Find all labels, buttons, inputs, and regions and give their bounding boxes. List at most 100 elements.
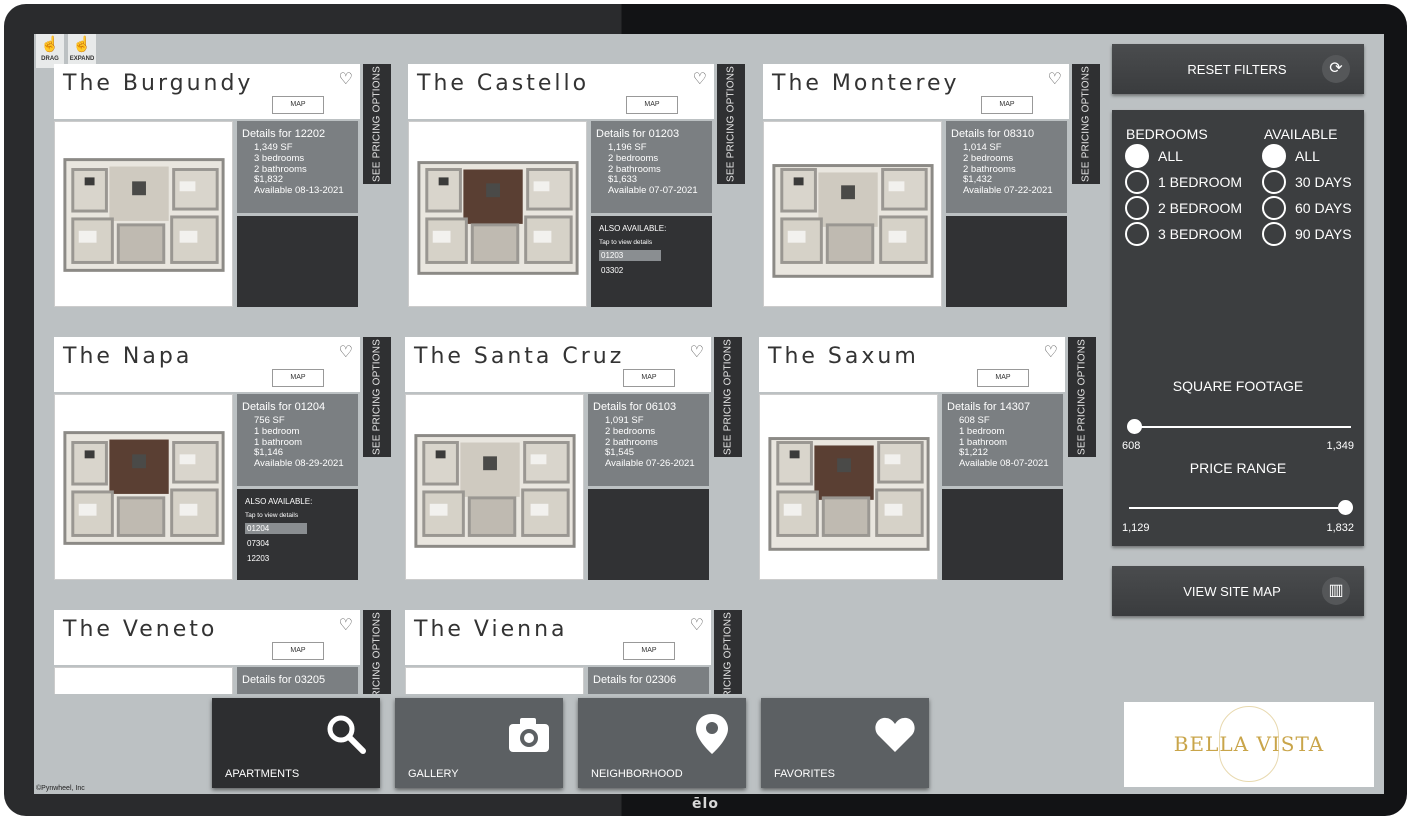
availability-option[interactable]: ALL — [1262, 144, 1320, 168]
card-header: The Napa ♡ MAP — [54, 337, 360, 392]
search-icon — [327, 715, 366, 754]
unit-card: The Castello ♡ MAP SEE PRICING OPTIONS Detai… — [408, 64, 748, 309]
alt-unit-item[interactable]: 03302 — [599, 265, 661, 276]
unit-name: The Burgundy — [63, 71, 254, 96]
favorite-heart-icon[interactable]: ♡ — [690, 342, 704, 362]
unit-name: The Napa — [63, 344, 193, 369]
alt-unit-item[interactable]: 07304 — [245, 538, 307, 549]
favorite-heart-icon[interactable]: ♡ — [339, 342, 353, 362]
heart-icon — [875, 717, 915, 752]
details-title: Details for 14307 — [947, 401, 1031, 413]
map-button[interactable]: MAP — [623, 642, 675, 660]
nav-label: NEIGHBORHOOD — [591, 768, 683, 780]
alt-unit-item[interactable]: 01203 — [599, 250, 661, 261]
detail-line: Available 08-07-2021 — [959, 458, 1049, 470]
see-pricing-options-tab[interactable]: SEE PRICING OPTIONS — [714, 337, 742, 457]
drag-tool[interactable]: ☝ DRAG — [36, 34, 64, 68]
bedroom-option[interactable]: 2 BEDROOM — [1125, 196, 1242, 220]
see-pricing-options-tab[interactable]: SEE PRICING OPTIONS — [363, 610, 391, 694]
availability-option[interactable]: 30 DAYS — [1262, 170, 1352, 194]
copyright-text: ©Pynwheel, Inc — [36, 785, 85, 792]
sqft-min-handle[interactable] — [1127, 419, 1142, 434]
view-site-map-button[interactable]: VIEW SITE MAP ▥ — [1112, 566, 1364, 616]
unit-details-panel: Details for 08310 1,014 SF 2 bedrooms 2 bat… — [946, 121, 1067, 213]
favorite-heart-icon[interactable]: ♡ — [690, 615, 704, 635]
unit-name: The Castello — [417, 71, 590, 96]
unit-details-panel: Details for 14307 608 SF 1 bedroom 1 bathro… — [942, 394, 1063, 486]
map-button[interactable]: MAP — [623, 369, 675, 387]
availability-option[interactable]: 60 DAYS — [1262, 196, 1352, 220]
nav-gallery-button[interactable]: GALLERY — [395, 698, 563, 788]
floor-plan[interactable] — [54, 121, 233, 307]
nav-apartments-button[interactable]: APARTMENTS — [212, 698, 380, 788]
site-map-label: VIEW SITE MAP — [1183, 584, 1281, 599]
refresh-icon: ⟳ — [1322, 55, 1350, 83]
availability-option-label: 30 DAYS — [1295, 174, 1352, 190]
see-pricing-options-tab[interactable]: SEE PRICING OPTIONS — [714, 610, 742, 694]
map-button[interactable]: MAP — [977, 369, 1029, 387]
card-header: The Vienna ♡ MAP — [405, 610, 711, 665]
map-button[interactable]: MAP — [272, 96, 324, 114]
unit-name: The Monterey — [772, 71, 960, 96]
see-pricing-options-tab[interactable]: SEE PRICING OPTIONS — [1072, 64, 1100, 184]
reset-filters-button[interactable]: RESET FILTERS ⟳ — [1112, 44, 1364, 94]
availability-option[interactable]: 90 DAYS — [1262, 222, 1352, 246]
radio-circle — [1262, 170, 1286, 194]
unit-details-panel: Details for 02306 — [588, 667, 709, 694]
card-header: The Saxum ♡ MAP — [759, 337, 1065, 392]
favorite-heart-icon[interactable]: ♡ — [1048, 69, 1062, 89]
floor-plan[interactable] — [54, 667, 233, 694]
detail-line: Available 07-26-2021 — [605, 458, 695, 470]
map-button[interactable]: MAP — [626, 96, 678, 114]
bedroom-option[interactable]: ALL — [1125, 144, 1183, 168]
favorite-heart-icon[interactable]: ♡ — [693, 69, 707, 89]
detail-line: Available 08-13-2021 — [254, 185, 344, 197]
see-pricing-options-tab[interactable]: SEE PRICING OPTIONS — [717, 64, 745, 184]
favorite-heart-icon[interactable]: ♡ — [1044, 342, 1058, 362]
nav-favorites-button[interactable]: FAVORITES — [761, 698, 929, 788]
floor-plan[interactable] — [405, 667, 584, 694]
detail-line: 2 bedrooms — [963, 152, 1014, 164]
unit-details-panel: Details for 01203 1,196 SF 2 bedrooms 2 bat… — [591, 121, 712, 213]
square-footage-heading: SQUARE FOOTAGE — [1172, 378, 1304, 394]
card-header: The Monterey ♡ MAP — [763, 64, 1069, 119]
floor-plan[interactable] — [54, 394, 233, 580]
floor-plan-image — [417, 161, 579, 275]
map-button[interactable]: MAP — [981, 96, 1033, 114]
see-pricing-options-tab[interactable]: SEE PRICING OPTIONS — [1068, 337, 1096, 457]
floor-plan-image — [63, 158, 225, 272]
unit-name: The Santa Cruz — [414, 344, 625, 369]
see-pricing-options-tab[interactable]: SEE PRICING OPTIONS — [363, 64, 391, 184]
price-min-value: 1,129 — [1122, 522, 1150, 534]
favorite-heart-icon[interactable]: ♡ — [339, 615, 353, 635]
nav-neighborhood-button[interactable]: NEIGHBORHOOD — [578, 698, 746, 788]
floor-plan[interactable] — [408, 121, 587, 307]
alt-unit-item[interactable]: 01204 — [245, 523, 307, 534]
unit-details-panel: Details for 12202 1,349 SF 3 bedrooms 2 bat… — [237, 121, 358, 213]
unit-card: The Vienna ♡ MAP SEE PRICING OPTIONS Details… — [405, 610, 745, 694]
unit-details-panel: Details for 03205 — [237, 667, 358, 694]
unit-details-panel: Details for 06103 1,091 SF 2 bedrooms 2 bat… — [588, 394, 709, 486]
unit-card: The Santa Cruz ♡ MAP SEE PRICING OPTIONS Det… — [405, 337, 745, 582]
bedroom-option[interactable]: 1 BEDROOM — [1125, 170, 1242, 194]
floor-plan[interactable] — [763, 121, 942, 307]
see-pricing-options-tab[interactable]: SEE PRICING OPTIONS — [363, 337, 391, 457]
drag-label: DRAG — [41, 56, 59, 62]
price-range-slider[interactable] — [1129, 500, 1353, 515]
hand-pointer-icon: ☝ — [72, 36, 92, 53]
price-max-handle[interactable] — [1338, 500, 1353, 515]
filter-panel: BEDROOMS AVAILABLE ALL 1 BEDROOM 2 BEDROOM… — [1112, 110, 1364, 546]
map-button[interactable]: MAP — [272, 369, 324, 387]
bedroom-option[interactable]: 3 BEDROOM — [1125, 222, 1242, 246]
expand-tool[interactable]: ☝ EXPAND — [68, 34, 96, 68]
floor-plan[interactable] — [759, 394, 938, 580]
unit-card: The Burgundy ♡ MAP SEE PRICING OPTIONS Detai… — [54, 64, 394, 309]
favorite-heart-icon[interactable]: ♡ — [339, 69, 353, 89]
card-header: The Castello ♡ MAP — [408, 64, 714, 119]
bedroom-option-label: 3 BEDROOM — [1158, 226, 1243, 242]
map-button[interactable]: MAP — [272, 642, 324, 660]
floor-plan[interactable] — [405, 394, 584, 580]
alt-unit-item[interactable]: 12203 — [245, 553, 307, 564]
details-title: Details for 06103 — [593, 401, 677, 413]
square-footage-slider[interactable] — [1127, 419, 1351, 434]
